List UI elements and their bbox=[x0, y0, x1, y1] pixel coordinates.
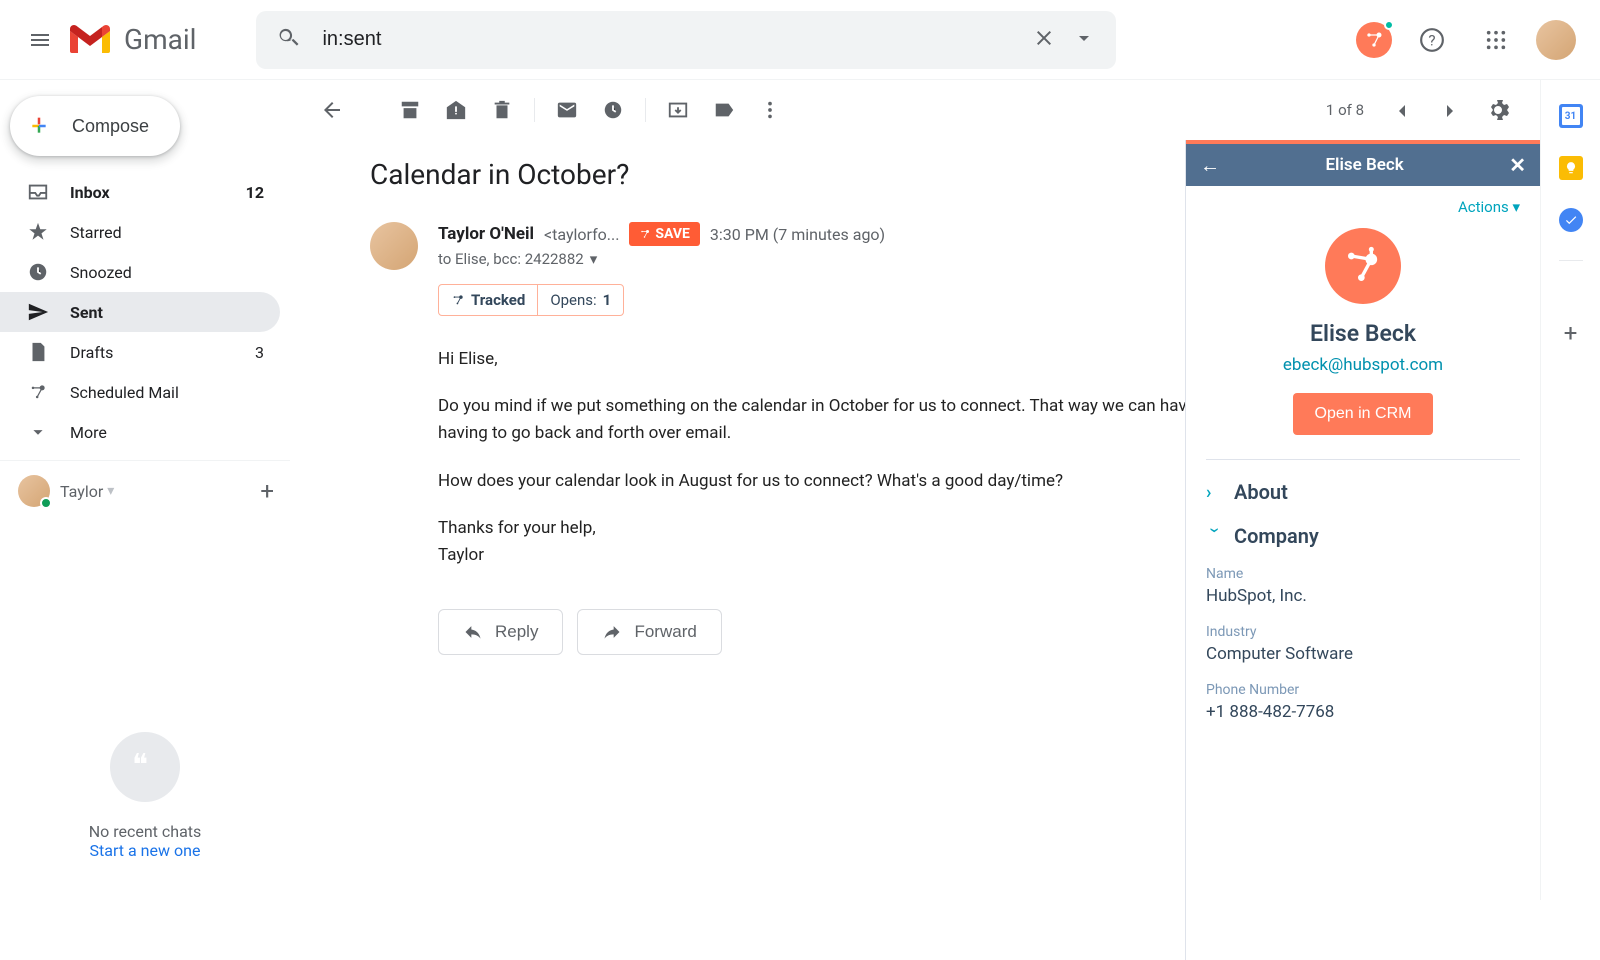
start-chat-link[interactable]: Start a new one bbox=[0, 841, 290, 860]
company-phone: +1 888-482-7768 bbox=[1206, 702, 1520, 722]
back-icon[interactable] bbox=[310, 88, 354, 132]
support-icon[interactable]: ? bbox=[1408, 16, 1456, 64]
sender-name: Taylor O'Neil bbox=[438, 224, 534, 244]
hubspot-back-icon[interactable]: ← bbox=[1200, 153, 1220, 178]
add-contact-icon[interactable]: + bbox=[260, 477, 274, 505]
gmail-logo[interactable]: Gmail bbox=[68, 23, 196, 57]
timestamp: 3:30 PM (7 minutes ago) bbox=[710, 225, 885, 244]
clock-icon bbox=[26, 260, 50, 284]
hangouts-empty-state: No recent chats Start a new one bbox=[0, 732, 290, 900]
hubspot-panel-header: ← Elise Beck ✕ bbox=[1186, 140, 1540, 186]
sidebar-item-snoozed[interactable]: Snoozed bbox=[0, 252, 280, 292]
addons-rail: 31 + bbox=[1540, 80, 1600, 900]
clear-search-icon[interactable] bbox=[1024, 18, 1064, 62]
chevron-down-icon bbox=[26, 420, 50, 444]
send-icon bbox=[26, 300, 50, 324]
hubspot-logo-icon bbox=[1325, 228, 1401, 304]
star-icon bbox=[26, 220, 50, 244]
search-options-icon[interactable] bbox=[1064, 18, 1104, 62]
company-industry: Computer Software bbox=[1206, 644, 1520, 664]
account-avatar[interactable] bbox=[1536, 20, 1576, 60]
search-input[interactable] bbox=[322, 28, 1024, 51]
contact-name: Elise Beck bbox=[1206, 320, 1520, 347]
snooze-icon[interactable] bbox=[591, 88, 635, 132]
add-addon-icon[interactable]: + bbox=[1564, 319, 1578, 347]
move-icon[interactable] bbox=[656, 88, 700, 132]
file-icon bbox=[26, 340, 50, 364]
chevron-right-icon: › bbox=[1206, 482, 1224, 503]
company-name: HubSpot, Inc. bbox=[1206, 586, 1520, 606]
mark-unread-icon[interactable] bbox=[545, 88, 589, 132]
sender-avatar[interactable] bbox=[370, 222, 418, 270]
about-section-toggle[interactable]: › About bbox=[1206, 480, 1520, 504]
label-icon[interactable] bbox=[702, 88, 746, 132]
inbox-icon bbox=[26, 180, 50, 204]
prev-icon[interactable] bbox=[1380, 88, 1424, 132]
sender-email: <taylorfo... bbox=[544, 225, 619, 244]
archive-icon[interactable] bbox=[388, 88, 432, 132]
sidebar-item-drafts[interactable]: Drafts 3 bbox=[0, 332, 280, 372]
sidebar-item-scheduled[interactable]: Scheduled Mail bbox=[0, 372, 280, 412]
svg-text:?: ? bbox=[1428, 31, 1435, 49]
hubspot-panel: ← Elise Beck ✕ Actions ▾ Elise Beck ebec… bbox=[1185, 140, 1540, 960]
sidebar-item-starred[interactable]: Starred bbox=[0, 212, 280, 252]
search-bar[interactable] bbox=[256, 11, 1116, 69]
chevron-down-icon: ▾ bbox=[1512, 198, 1520, 216]
keep-addon-icon[interactable] bbox=[1559, 156, 1583, 180]
close-icon[interactable]: ✕ bbox=[1509, 153, 1526, 177]
app-name: Gmail bbox=[124, 23, 196, 56]
pagination-info: 1 of 8 bbox=[1326, 101, 1364, 119]
app-header: Gmail ? bbox=[0, 0, 1600, 80]
hubspot-save-badge[interactable]: SAVE bbox=[629, 222, 700, 246]
next-icon[interactable] bbox=[1428, 88, 1472, 132]
email-toolbar: 1 of 8 bbox=[290, 80, 1540, 140]
recipients: to Elise, bcc: 2422882 bbox=[438, 250, 584, 268]
contact-email[interactable]: ebeck@hubspot.com bbox=[1206, 355, 1520, 375]
sidebar-item-more[interactable]: More bbox=[0, 412, 280, 452]
hubspot-extension-icon[interactable] bbox=[1356, 22, 1392, 58]
menu-icon[interactable] bbox=[16, 16, 64, 64]
hangouts-user-row[interactable]: Taylor ▾ + bbox=[0, 460, 290, 521]
apps-icon[interactable] bbox=[1472, 16, 1520, 64]
show-details-icon[interactable]: ▾ bbox=[590, 250, 598, 268]
tracking-badges[interactable]: Tracked Opens: 1 bbox=[438, 284, 624, 316]
calendar-addon-icon[interactable]: 31 bbox=[1559, 104, 1583, 128]
reply-button[interactable]: Reply bbox=[438, 609, 563, 655]
tasks-addon-icon[interactable] bbox=[1559, 208, 1583, 232]
more-icon[interactable] bbox=[748, 88, 792, 132]
email-content: 1 of 8 Calendar in October? Taylor O'Nei… bbox=[290, 80, 1540, 900]
search-icon[interactable] bbox=[268, 18, 308, 62]
chevron-down-icon: ▾ bbox=[107, 483, 114, 499]
spam-icon[interactable] bbox=[434, 88, 478, 132]
hangouts-icon bbox=[110, 732, 180, 802]
forward-button[interactable]: Forward bbox=[577, 609, 721, 655]
sidebar-item-sent[interactable]: Sent bbox=[0, 292, 280, 332]
open-crm-button[interactable]: Open in CRM bbox=[1293, 393, 1434, 435]
sidebar: Compose Inbox 12 Starred Snoozed Sent Dr… bbox=[0, 80, 290, 900]
company-section-toggle[interactable]: › Company bbox=[1206, 524, 1520, 548]
settings-icon[interactable] bbox=[1476, 88, 1520, 132]
hubspot-sprocket-icon bbox=[26, 380, 50, 404]
chevron-down-icon: › bbox=[1205, 527, 1226, 545]
user-avatar bbox=[18, 475, 50, 507]
compose-button[interactable]: Compose bbox=[10, 96, 180, 156]
sidebar-item-inbox[interactable]: Inbox 12 bbox=[0, 172, 280, 212]
hubspot-actions-menu[interactable]: Actions ▾ bbox=[1186, 186, 1540, 228]
delete-icon[interactable] bbox=[480, 88, 524, 132]
